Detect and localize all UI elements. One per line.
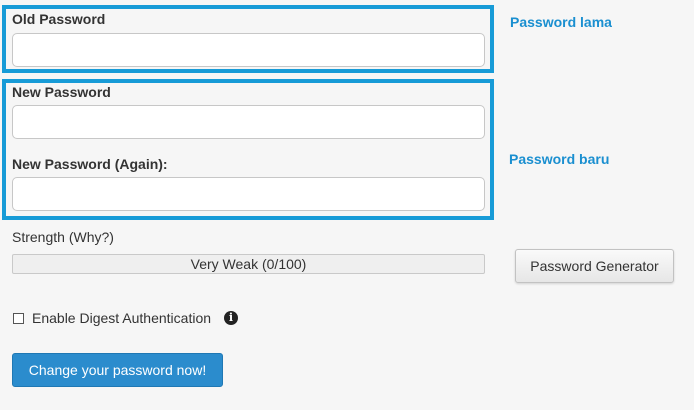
new-password-input[interactable]	[12, 105, 485, 139]
digest-auth-label[interactable]: Enable Digest Authentication	[32, 310, 211, 326]
password-generator-button[interactable]: Password Generator	[515, 249, 674, 283]
old-password-input[interactable]	[12, 33, 485, 67]
info-circle-icon[interactable]: i	[224, 311, 238, 325]
old-password-label: Old Password	[12, 11, 106, 27]
new-password-again-label: New Password (Again):	[12, 156, 168, 172]
change-password-button[interactable]: Change your password now!	[12, 353, 223, 387]
new-password-annotation: Password baru	[509, 151, 610, 167]
old-password-annotation: Password lama	[510, 14, 612, 30]
new-password-label: New Password	[12, 84, 111, 100]
strength-value: Very Weak (0/100)	[190, 256, 307, 272]
new-password-again-input[interactable]	[12, 177, 485, 211]
digest-auth-checkbox[interactable]	[13, 313, 24, 324]
strength-label: Strength (Why?)	[12, 229, 114, 245]
strength-meter: Very Weak (0/100)	[12, 254, 485, 274]
